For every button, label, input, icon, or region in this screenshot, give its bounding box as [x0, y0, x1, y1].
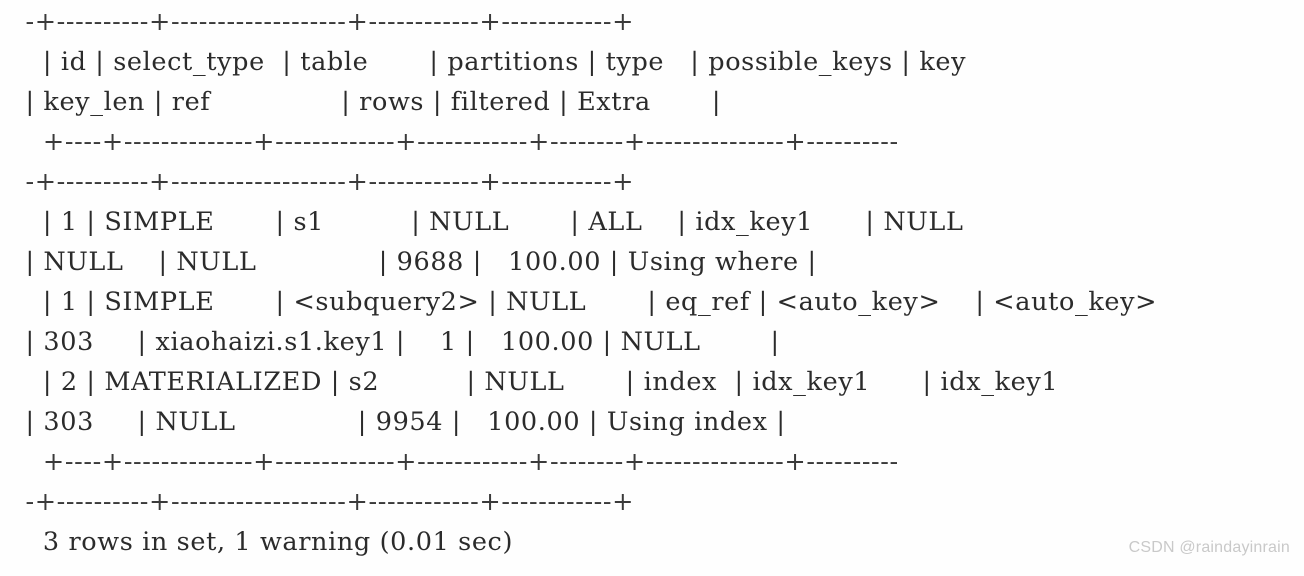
csdn-watermark: CSDN @raindayinrain [1128, 539, 1290, 556]
table-header-line-wrapped: | key_len | ref | rows | filtered | Extr… [8, 87, 722, 117]
table-border-line: -+----------+-------------------+-------… [8, 7, 635, 37]
table-row-wrapped: | 303 | NULL | 9954 | 100.00 | Using ind… [8, 407, 786, 437]
table-border-line-wrapped: -+----------+-------------------+-------… [8, 167, 635, 197]
result-status-line: 3 rows in set, 1 warning (0.01 sec) [8, 527, 514, 557]
table-border-line: +----+--------------+-------------+-----… [8, 127, 899, 157]
table-row: | 1 | SIMPLE | s1 | NULL | ALL | idx_key… [8, 207, 964, 237]
table-border-line: +----+--------------+-------------+-----… [8, 447, 899, 477]
table-border-line-wrapped: -+----------+-------------------+-------… [8, 487, 635, 517]
table-row-wrapped: | 303 | xiaohaizi.s1.key1 | 1 | 100.00 |… [8, 327, 780, 357]
table-row-wrapped: | NULL | NULL | 9688 | 100.00 | Using wh… [8, 247, 817, 277]
table-header-line: | id | select_type | table | partitions … [8, 47, 967, 77]
console-output: -+----------+-------------------+-------… [0, 0, 1304, 562]
table-row: | 1 | SIMPLE | <subquery2> | NULL | eq_r… [8, 287, 1158, 317]
terminal-window: -+----------+-------------------+-------… [0, 0, 1304, 576]
table-row: | 2 | MATERIALIZED | s2 | NULL | index |… [8, 367, 1059, 397]
